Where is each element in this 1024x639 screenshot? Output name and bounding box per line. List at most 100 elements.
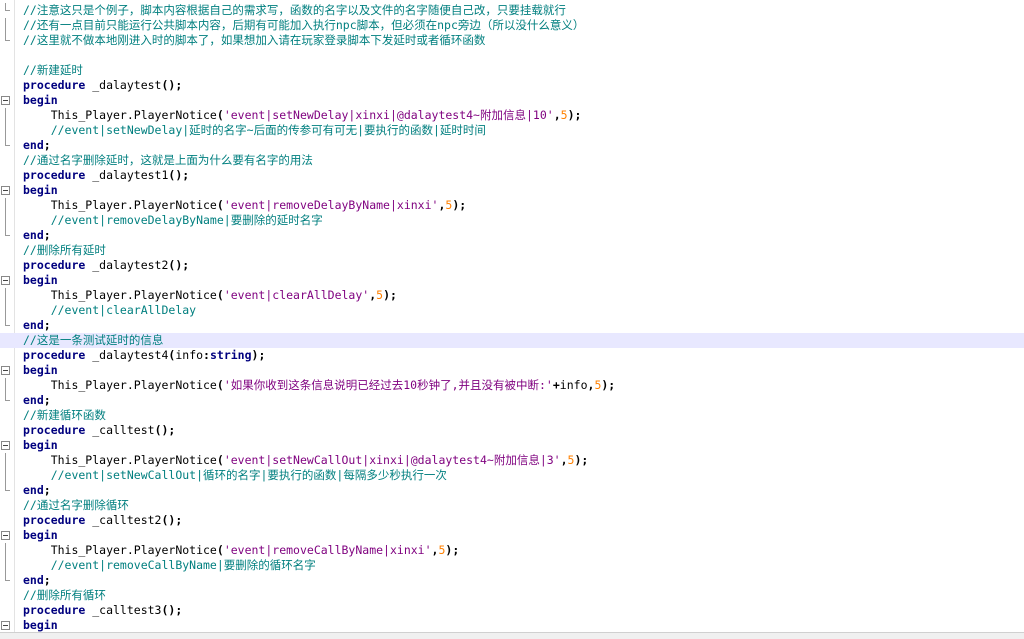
code-text: procedure _calltest2(); [23, 513, 182, 528]
code-text: This_Player.PlayerNotice('event|setNewCa… [23, 453, 589, 468]
code-line[interactable]: procedure _dalaytest1(); [0, 168, 1024, 183]
code-line[interactable]: //这里就不做本地刚进入时的脚本了，如果想加入请在玩家登录脚本下发延时或者循环函… [0, 33, 1024, 48]
code-line[interactable]: //通过名字删除循环 [0, 498, 1024, 513]
code-line[interactable]: //注意这只是个例子，脚本内容根据自己的需求写，函数的名字以及文件的名字随便自己… [0, 3, 1024, 18]
code-line[interactable]: end; [0, 573, 1024, 588]
code-text: //删除所有延时 [23, 243, 106, 258]
code-token: ( [216, 288, 224, 302]
code-token: //新建延时 [23, 63, 83, 77]
code-text: end; [23, 138, 51, 153]
code-token: begin [23, 528, 58, 542]
fold-toggle-icon[interactable] [1, 441, 10, 450]
code-token: : [203, 348, 210, 362]
code-line[interactable]: //event|setNewCallOut|循环的名字|要执行的函数|每隔多少秒… [0, 468, 1024, 483]
code-text: //删除所有循环 [23, 588, 106, 603]
code-line[interactable]: procedure _calltest(); [0, 423, 1024, 438]
code-token: (); [161, 78, 183, 92]
code-text: This_Player.PlayerNotice('event|removeDe… [23, 198, 467, 213]
code-line[interactable]: //event|setNewDelay|延时的名字~后面的传参可有可无|要执行的… [0, 123, 1024, 138]
fold-toggle-icon[interactable] [1, 531, 10, 540]
code-token: //这是一条测试延时的信息 [23, 333, 164, 347]
code-text: //新建循环函数 [23, 408, 106, 423]
code-text: end; [23, 393, 51, 408]
code-token: ; [43, 228, 51, 242]
code-text: This_Player.PlayerNotice('event|removeCa… [23, 543, 460, 558]
code-line[interactable]: begin [0, 93, 1024, 108]
code-line[interactable]: //删除所有延时 [0, 243, 1024, 258]
code-text: begin [23, 273, 58, 288]
code-line[interactable]: This_Player.PlayerNotice('event|setNewCa… [0, 453, 1024, 468]
code-line[interactable]: procedure _dalaytest4(info:string); [0, 348, 1024, 363]
code-token: //通过名字删除循环 [23, 498, 129, 512]
fold-end-icon [5, 483, 10, 491]
code-text: This_Player.PlayerNotice('event|clearAll… [23, 288, 397, 303]
code-line[interactable]: procedure _dalaytest2(); [0, 258, 1024, 273]
code-token: , [553, 108, 561, 122]
code-line[interactable]: begin [0, 438, 1024, 453]
code-token: procedure [23, 258, 86, 272]
code-line[interactable]: end; [0, 318, 1024, 333]
code-line[interactable]: begin [0, 183, 1024, 198]
code-token: procedure [23, 603, 86, 617]
code-line[interactable]: begin [0, 363, 1024, 378]
code-token: begin [23, 618, 58, 632]
code-line[interactable]: end; [0, 393, 1024, 408]
code-token: procedure [23, 423, 86, 437]
code-text: //event|removeDelayByName|要删除的延时名字 [23, 213, 323, 228]
code-token: ( [216, 108, 224, 122]
code-token: + [552, 378, 560, 392]
code-token: //删除所有延时 [23, 243, 106, 257]
fold-end-icon [5, 3, 10, 11]
fold-end-icon [5, 228, 10, 236]
fold-line-icon [5, 378, 6, 393]
code-token: end [23, 483, 44, 497]
code-token: info [559, 378, 588, 392]
code-line[interactable]: //这是一条测试延时的信息 [0, 333, 1024, 348]
fold-toggle-icon[interactable] [1, 186, 10, 195]
code-line[interactable]: //新建循环函数 [0, 408, 1024, 423]
code-token: ( [216, 543, 224, 557]
code-token: end [23, 393, 44, 407]
code-text: procedure _calltest3(); [23, 603, 182, 618]
code-token: 'event|setNewCallOut|xinxi|@dalaytest4~附… [223, 453, 561, 467]
code-token: //新建循环函数 [23, 408, 106, 422]
code-line[interactable]: This_Player.PlayerNotice('如果你收到这条信息说明已经过… [0, 378, 1024, 393]
code-line[interactable]: procedure _calltest3(); [0, 603, 1024, 618]
code-line[interactable]: end; [0, 483, 1024, 498]
fold-line-icon [5, 468, 6, 483]
code-line[interactable]: //event|clearAllDelay [0, 303, 1024, 318]
fold-toggle-icon[interactable] [1, 276, 10, 285]
code-token: ); [452, 198, 467, 212]
code-line[interactable]: begin [0, 618, 1024, 632]
code-line[interactable]: //删除所有循环 [0, 588, 1024, 603]
code-line[interactable]: This_Player.PlayerNotice('event|setNewDe… [0, 108, 1024, 123]
code-text: //这里就不做本地刚进入时的脚本了，如果想加入请在玩家登录脚本下发延时或者循环函… [23, 33, 485, 48]
code-line[interactable]: //新建延时 [0, 63, 1024, 78]
code-line[interactable]: This_Player.PlayerNotice('event|clearAll… [0, 288, 1024, 303]
code-line[interactable]: //event|removeDelayByName|要删除的延时名字 [0, 213, 1024, 228]
code-token: ); [383, 288, 397, 302]
fold-toggle-icon[interactable] [1, 621, 10, 630]
code-token: ( [216, 453, 224, 467]
code-token: This_Player.PlayerNotice [23, 108, 217, 122]
code-line[interactable]: //event|removeCallByName|要删除的循环名字 [0, 558, 1024, 573]
code-line[interactable]: This_Player.PlayerNotice('event|removeDe… [0, 198, 1024, 213]
code-line[interactable] [0, 48, 1024, 63]
code-text: procedure _dalaytest(); [23, 78, 182, 93]
code-text: //event|removeCallByName|要删除的循环名字 [23, 558, 316, 573]
code-token: (); [161, 603, 183, 617]
fold-toggle-icon[interactable] [1, 366, 10, 375]
fold-toggle-icon[interactable] [1, 96, 10, 105]
code-line[interactable]: procedure _dalaytest(); [0, 78, 1024, 93]
code-line[interactable]: begin [0, 528, 1024, 543]
code-line[interactable]: //还有一点目前只能运行公共脚本内容，后期有可能加入执行npc脚本，但必须在np… [0, 18, 1024, 33]
code-line[interactable]: end; [0, 138, 1024, 153]
code-line[interactable]: //通过名字删除延时，这就是上面为什么要有名字的用法 [0, 153, 1024, 168]
code-editor[interactable]: //注意这只是个例子，脚本内容根据自己的需求写，函数的名字以及文件的名字随便自己… [0, 0, 1024, 632]
code-token: ; [43, 318, 51, 332]
code-line[interactable]: begin [0, 273, 1024, 288]
code-line[interactable]: This_Player.PlayerNotice('event|removeCa… [0, 543, 1024, 558]
code-line[interactable]: procedure _calltest2(); [0, 513, 1024, 528]
code-line[interactable]: end; [0, 228, 1024, 243]
fold-line-icon [5, 123, 6, 138]
